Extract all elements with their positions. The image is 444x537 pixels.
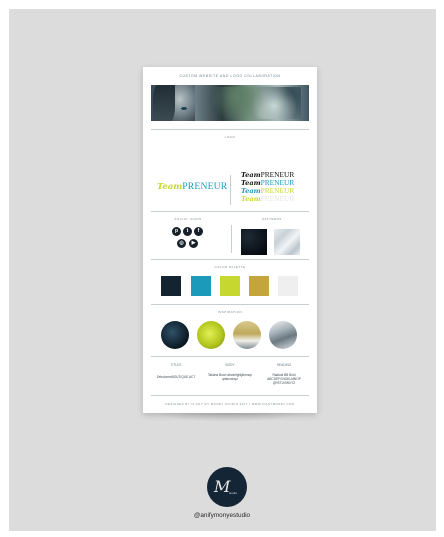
hero-image — [151, 85, 309, 121]
brand-board-card: CUSTOM WEBSITE AND LOGO COLLABORATION LO… — [143, 67, 317, 413]
divider — [151, 356, 309, 357]
font-sample-1: ZebulonesBOUTIQUE ACT — [156, 375, 196, 379]
studio-logo[interactable]: M studio — [207, 467, 247, 507]
divider — [151, 395, 309, 396]
font-sample-3: Radical BB Bold ABCDEFGHIJKLMNOP QRSTUVW… — [267, 373, 301, 385]
palette-section-label: COLOR PALETTE — [214, 265, 246, 269]
font-title-3: HEADING — [276, 363, 292, 367]
patterns-section-label: PATTERNS — [262, 217, 282, 221]
pinterest-icon[interactable]: p — [172, 227, 181, 236]
studio-tagline: studio — [229, 491, 238, 495]
color-swatch-teal — [191, 276, 211, 296]
twitter-icon[interactable]: t — [183, 227, 192, 236]
font-title-2: BODY — [225, 363, 235, 367]
color-swatch-lime — [220, 276, 240, 296]
inspiration-section-label: INSPIRATION — [217, 310, 243, 314]
mood-circle-dark — [161, 321, 189, 349]
instagram-icon[interactable]: ◎ — [177, 239, 186, 248]
section-divider — [231, 225, 232, 253]
social-section-label: SOCIAL ICONS — [174, 217, 202, 221]
logo-divider — [230, 175, 231, 205]
mood-circle-marble — [269, 321, 297, 349]
youtube-icon[interactable]: ▶ — [189, 239, 198, 248]
divider — [151, 259, 309, 260]
font-title-1: TITLES — [170, 363, 182, 367]
logo-variant-light: TeamPRENEUR — [241, 194, 295, 203]
pattern-dark — [241, 229, 267, 255]
divider — [151, 129, 309, 130]
color-swatch-navy — [161, 276, 181, 296]
logo-section-label: LOGO — [224, 135, 236, 139]
card-footer: DESIGNED BY IF ANY MY MONEY STUDIO 2017 … — [165, 402, 295, 406]
mood-circle-gold — [233, 321, 261, 349]
color-swatch-gold — [249, 276, 269, 296]
divider — [151, 211, 309, 212]
facebook-icon[interactable]: f — [194, 227, 203, 236]
color-swatch-light — [278, 276, 298, 296]
divider — [151, 304, 309, 305]
studio-handle[interactable]: @anifymonyestudio — [0, 512, 444, 519]
board-title: CUSTOM WEBSITE AND LOGO COLLABORATION — [179, 74, 281, 78]
primary-logo: TeamPRENEUR — [157, 181, 228, 192]
pattern-marble — [274, 229, 300, 255]
font-sample-2: Tatiana Bush abcdefghijklmnop qrstuvwxyz — [207, 373, 253, 381]
mood-circle-lime — [197, 321, 225, 349]
studio-monogram: M — [214, 477, 231, 496]
